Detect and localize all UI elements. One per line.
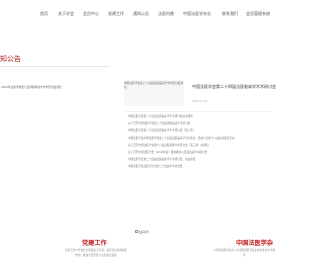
nav-journal[interactable]: 中国法医学杂志 xyxy=(183,11,211,17)
nav-home[interactable]: 首页 xyxy=(40,11,48,17)
notice-list-item[interactable]: 中国法医学会第二十四届法医临床学学术研讨会，欢迎参会 xyxy=(128,157,195,161)
top-nav: 首页 关于学会 会员中心 党建工作 通知公告 法医科普 中国法医学杂志 联系我们… xyxy=(0,0,272,26)
notice-list-item[interactable]: 关于召开中国法医学会（2024年度）继续教育以及第四届学术研讨会 xyxy=(128,150,207,154)
nav-science[interactable]: 法医科普 xyxy=(158,11,174,17)
party-card-desc: 党建工作以学会党支部建设为引领，发挥党员先锋模范作用，推进学会党建与业务融合发展 xyxy=(64,249,128,257)
featured-title[interactable]: 中国法医学会第二十四届法医临床学学术研讨会 xyxy=(192,84,276,90)
nav-member-system[interactable]: 会员管理系统 xyxy=(246,11,270,17)
bottom-image-alt: 法医科普 xyxy=(138,230,149,234)
notice-left-item[interactable]: 2024年法医学物质与法律概率技术学术研讨会通知 xyxy=(1,85,62,89)
featured-date: 2024-11-11 xyxy=(192,99,208,103)
party-card-title[interactable]: 党建工作 xyxy=(82,238,107,247)
nav-members[interactable]: 会员中心 xyxy=(83,11,99,17)
notice-list-item[interactable]: 关于召开中国法医学会第十八届法医病理学术研讨会（第三轮）的通知 xyxy=(128,143,208,147)
notice-list-item[interactable]: 中国法医学会第二十四届法医临床学学术研讨会（第二轮） xyxy=(128,128,195,132)
nav-about[interactable]: 关于学会 xyxy=(58,11,74,17)
journal-card-title[interactable]: 中国法医学杂 xyxy=(236,238,273,247)
list-divider xyxy=(126,111,272,112)
notice-list-item[interactable]: 中国法医学会中国法医学会第二十四届法医临床学学术会议，邀请人员第十八届文书鉴定活… xyxy=(128,136,234,140)
notice-list-item[interactable]: 中国法医学会法医学杂志第二十四届学术交流会 xyxy=(128,164,182,168)
notice-list-item[interactable]: 关于召开中国法医学会第二十四届法医临床学术研讨会 xyxy=(128,121,190,125)
featured-image[interactable]: 中国法医学会第二十四届法医临床学学术研讨会通知 xyxy=(124,80,184,106)
nav-party[interactable]: 党建工作 xyxy=(108,11,124,17)
notice-list-item[interactable]: 中国法医学会第二十四届法医临床学学术研讨会征文通知 xyxy=(128,114,193,118)
section-title: 知公告 xyxy=(0,55,21,63)
featured-image-alt: 中国法医学会第二十四届法医临床学学术研讨会通知 xyxy=(124,81,184,89)
section-divider xyxy=(0,66,110,67)
nav-contact[interactable]: 联系我们 xyxy=(222,11,238,17)
nav-notices[interactable]: 通知公告 xyxy=(133,11,149,17)
journal-card-desc: 《中国法医学杂志》是中国法医学会主办的专业学术期刊 xyxy=(212,249,276,257)
